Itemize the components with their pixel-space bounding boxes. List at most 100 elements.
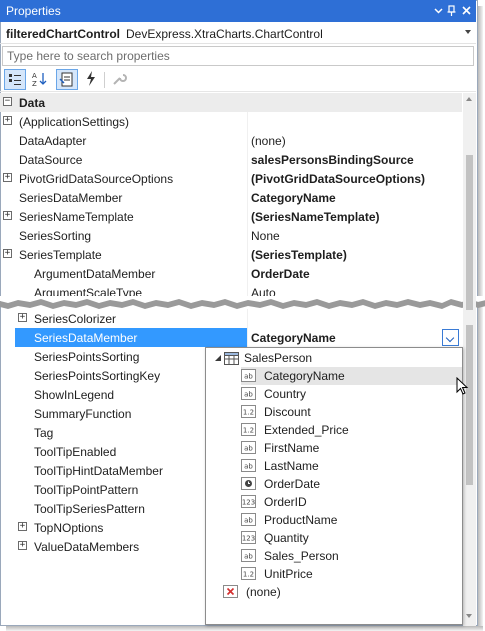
svg-text:123: 123	[242, 499, 255, 507]
svg-text:1.2: 1.2	[243, 571, 254, 579]
field-label: OrderDate	[264, 477, 321, 491]
property-row[interactable]: + (ApplicationSettings)	[0, 112, 462, 131]
property-row[interactable]: + SeriesColorizer	[0, 309, 462, 328]
property-name: SeriesColorizer	[34, 312, 117, 326]
string-field-icon: ab	[241, 459, 256, 472]
expand-icon[interactable]: +	[3, 116, 12, 125]
field-label: FirstName	[264, 441, 320, 455]
property-row[interactable]: SeriesDataMember CategoryName	[0, 328, 462, 347]
field-item[interactable]: ab FirstName	[241, 439, 462, 457]
string-field-icon: ab	[241, 513, 256, 526]
toolbar-separator	[104, 72, 105, 88]
scroll-down-icon[interactable]	[466, 614, 472, 618]
field-item[interactable]: ab Country	[241, 385, 462, 403]
search-input[interactable]	[3, 47, 473, 65]
value-dropdown-button[interactable]	[442, 329, 459, 346]
collapse-icon[interactable]: −	[3, 97, 12, 106]
column-divider	[247, 169, 248, 188]
numeric-field-icon: 1.2	[241, 567, 256, 580]
expand-icon[interactable]: +	[18, 541, 27, 550]
none-item[interactable]: (none)	[223, 583, 423, 601]
title-bar: Properties	[0, 0, 476, 22]
property-value[interactable]: OrderDate	[251, 267, 310, 281]
field-label: UnitPrice	[264, 567, 313, 581]
field-item[interactable]: 123 Quantity	[241, 529, 462, 547]
expand-icon[interactable]: +	[3, 173, 12, 182]
column-divider	[247, 207, 248, 226]
property-value[interactable]: CategoryName	[251, 331, 336, 345]
expand-icon[interactable]: +	[3, 249, 12, 258]
property-name: ToolTipSeriesPattern	[34, 502, 145, 516]
property-name: TopNOptions	[34, 521, 104, 535]
field-label: ProductName	[264, 513, 338, 527]
field-item[interactable]: ab Sales_Person	[241, 547, 462, 565]
vertical-scrollbar[interactable]	[463, 93, 476, 626]
category-label: Data	[19, 96, 46, 110]
property-row[interactable]: + SeriesTemplate (SeriesTemplate)	[0, 245, 462, 264]
expand-icon[interactable]: +	[18, 522, 27, 531]
properties-button[interactable]	[56, 69, 78, 90]
property-row[interactable]: SeriesSorting None	[0, 226, 462, 245]
category-row-data[interactable]: − Data	[0, 93, 462, 112]
scroll-up-icon[interactable]	[466, 97, 472, 101]
scroll-thumb[interactable]	[466, 155, 473, 310]
svg-text:ab: ab	[244, 391, 253, 399]
property-value[interactable]: salesPersonsBindingSource	[251, 153, 414, 167]
property-row[interactable]: ArgumentDataMember OrderDate	[0, 264, 462, 283]
field-item[interactable]: ab LastName	[241, 457, 462, 475]
string-field-icon: ab	[241, 549, 256, 562]
property-value[interactable]: (PivotGridDataSourceOptions)	[251, 172, 425, 186]
field-item[interactable]: ab CategoryName	[241, 367, 462, 385]
field-item[interactable]: ab ProductName	[241, 511, 462, 529]
property-name: SeriesNameTemplate	[19, 210, 134, 224]
tree-root-label: SalesPerson	[244, 351, 313, 365]
property-name: SeriesSorting	[19, 229, 92, 243]
field-item[interactable]: 1.2 Extended_Price	[241, 421, 462, 439]
events-button[interactable]	[80, 69, 102, 90]
property-row[interactable]: DataSource salesPersonsBindingSource	[0, 150, 462, 169]
property-row[interactable]: + SeriesNameTemplate (SeriesNameTemplate)	[0, 207, 462, 226]
property-row[interactable]: + PivotGridDataSourceOptions (PivotGridDat…	[0, 169, 462, 188]
property-name: PivotGridDataSourceOptions	[19, 172, 174, 186]
svg-text:ab: ab	[244, 463, 253, 471]
property-value[interactable]: None	[251, 229, 280, 243]
property-value[interactable]: CategoryName	[251, 191, 336, 205]
expand-icon[interactable]: +	[3, 211, 12, 220]
property-name: ShowInLegend	[34, 388, 115, 402]
expand-icon[interactable]: +	[18, 313, 27, 322]
close-button[interactable]	[458, 2, 475, 19]
numeric-field-icon: 1.2	[241, 423, 256, 436]
scroll-thumb-lower[interactable]	[466, 325, 473, 485]
svg-text:1.2: 1.2	[243, 427, 254, 435]
property-row[interactable]: DataAdapter (none)	[0, 131, 462, 150]
alphabetical-button[interactable]: AZ	[28, 69, 50, 90]
categorized-button[interactable]	[4, 69, 26, 90]
property-name: SeriesPointsSortingKey	[34, 369, 161, 383]
column-divider	[247, 112, 248, 131]
column-divider	[247, 309, 248, 328]
field-label: OrderID	[264, 495, 307, 509]
numeric-field-icon: 123	[241, 495, 256, 508]
field-label: Sales_Person	[264, 549, 339, 563]
lightning-icon	[87, 71, 95, 86]
property-value[interactable]: (SeriesTemplate)	[251, 248, 347, 262]
property-value[interactable]: (none)	[251, 134, 286, 148]
numeric-field-icon: 123	[241, 531, 256, 544]
tree-root-item[interactable]: SalesPerson	[212, 349, 452, 367]
property-name: SummaryFunction	[34, 407, 132, 421]
column-divider	[247, 264, 248, 283]
object-selector[interactable]: filteredChartControl DevExpress.XtraChar…	[0, 22, 476, 44]
property-pages-button[interactable]	[108, 69, 130, 90]
property-value[interactable]: (SeriesNameTemplate)	[251, 210, 380, 224]
window-shadow-right	[478, 6, 483, 630]
dropdown-arrow-icon[interactable]	[465, 30, 471, 34]
field-item[interactable]: OrderDate	[241, 475, 462, 493]
toolbar: AZ	[0, 68, 476, 92]
property-name: (ApplicationSettings)	[19, 115, 130, 129]
field-item[interactable]: 123 OrderID	[241, 493, 462, 511]
field-item[interactable]: 1.2 Discount	[241, 403, 462, 421]
field-item[interactable]: 1.2 UnitPrice	[241, 565, 462, 583]
search-box[interactable]	[2, 46, 474, 66]
property-row[interactable]: SeriesDataMember CategoryName	[0, 188, 462, 207]
svg-text:ab: ab	[244, 373, 253, 381]
